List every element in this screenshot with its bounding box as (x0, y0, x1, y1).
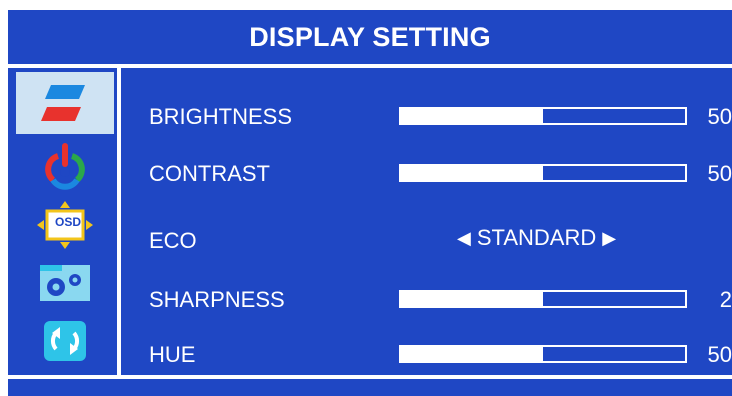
sharpness-label: SHARPNESS (149, 287, 285, 312)
eco-right-arrow-icon[interactable]: ▶ (602, 228, 616, 249)
brightness-value: 50 (707, 104, 732, 129)
eco-selector[interactable]: ◀ STANDARD ▶ (451, 225, 622, 251)
hue-slider-fill (401, 347, 543, 361)
setting-row-contrast[interactable]: CONTRAST 50 (121, 154, 732, 194)
osd-window: DISPLAY SETTING OSD BRIGHTNESS 50 CONTRA… (0, 0, 732, 396)
hue-value: 50 (707, 342, 732, 367)
contrast-value: 50 (707, 161, 732, 186)
color-icon (45, 143, 85, 190)
settings-icon (40, 265, 90, 301)
sidebar-item-display[interactable] (16, 72, 114, 134)
eco-left-arrow-icon[interactable]: ◀ (457, 228, 471, 249)
sidebar-item-osd[interactable]: OSD (16, 198, 114, 252)
brightness-label: BRIGHTNESS (149, 104, 293, 129)
eco-label: ECO (149, 228, 197, 253)
sharpness-value: 2 (719, 287, 732, 312)
contrast-slider[interactable] (399, 164, 687, 182)
eco-value: STANDARD (476, 225, 597, 250)
sidebar-item-color[interactable] (16, 140, 114, 194)
display-icon (41, 85, 85, 121)
brightness-slider[interactable] (399, 107, 687, 125)
setting-row-eco[interactable]: ECO ◀ STANDARD ▶ (121, 221, 732, 261)
setting-row-sharpness[interactable]: SHARPNESS 2 (121, 280, 732, 320)
brightness-slider-fill (401, 109, 543, 123)
reset-icon (44, 321, 86, 361)
menu-title: DISPLAY SETTING (8, 10, 732, 64)
sharpness-slider-fill (401, 292, 543, 306)
contrast-label: CONTRAST (149, 161, 270, 186)
sidebar: OSD (8, 68, 117, 375)
sidebar-item-reset[interactable] (16, 314, 114, 368)
settings-panel: BRIGHTNESS 50 CONTRAST 50 ECO ◀ STANDARD… (121, 68, 732, 375)
osd-icon-label: OSD (55, 215, 82, 229)
sharpness-slider[interactable] (399, 290, 687, 308)
bottom-bar (8, 379, 732, 396)
setting-row-brightness[interactable]: BRIGHTNESS 50 (121, 97, 732, 137)
setting-row-hue[interactable]: HUE 50 (121, 335, 732, 375)
contrast-slider-fill (401, 166, 543, 180)
sidebar-item-settings[interactable] (16, 256, 114, 310)
hue-slider[interactable] (399, 345, 687, 363)
hue-label: HUE (149, 342, 196, 367)
